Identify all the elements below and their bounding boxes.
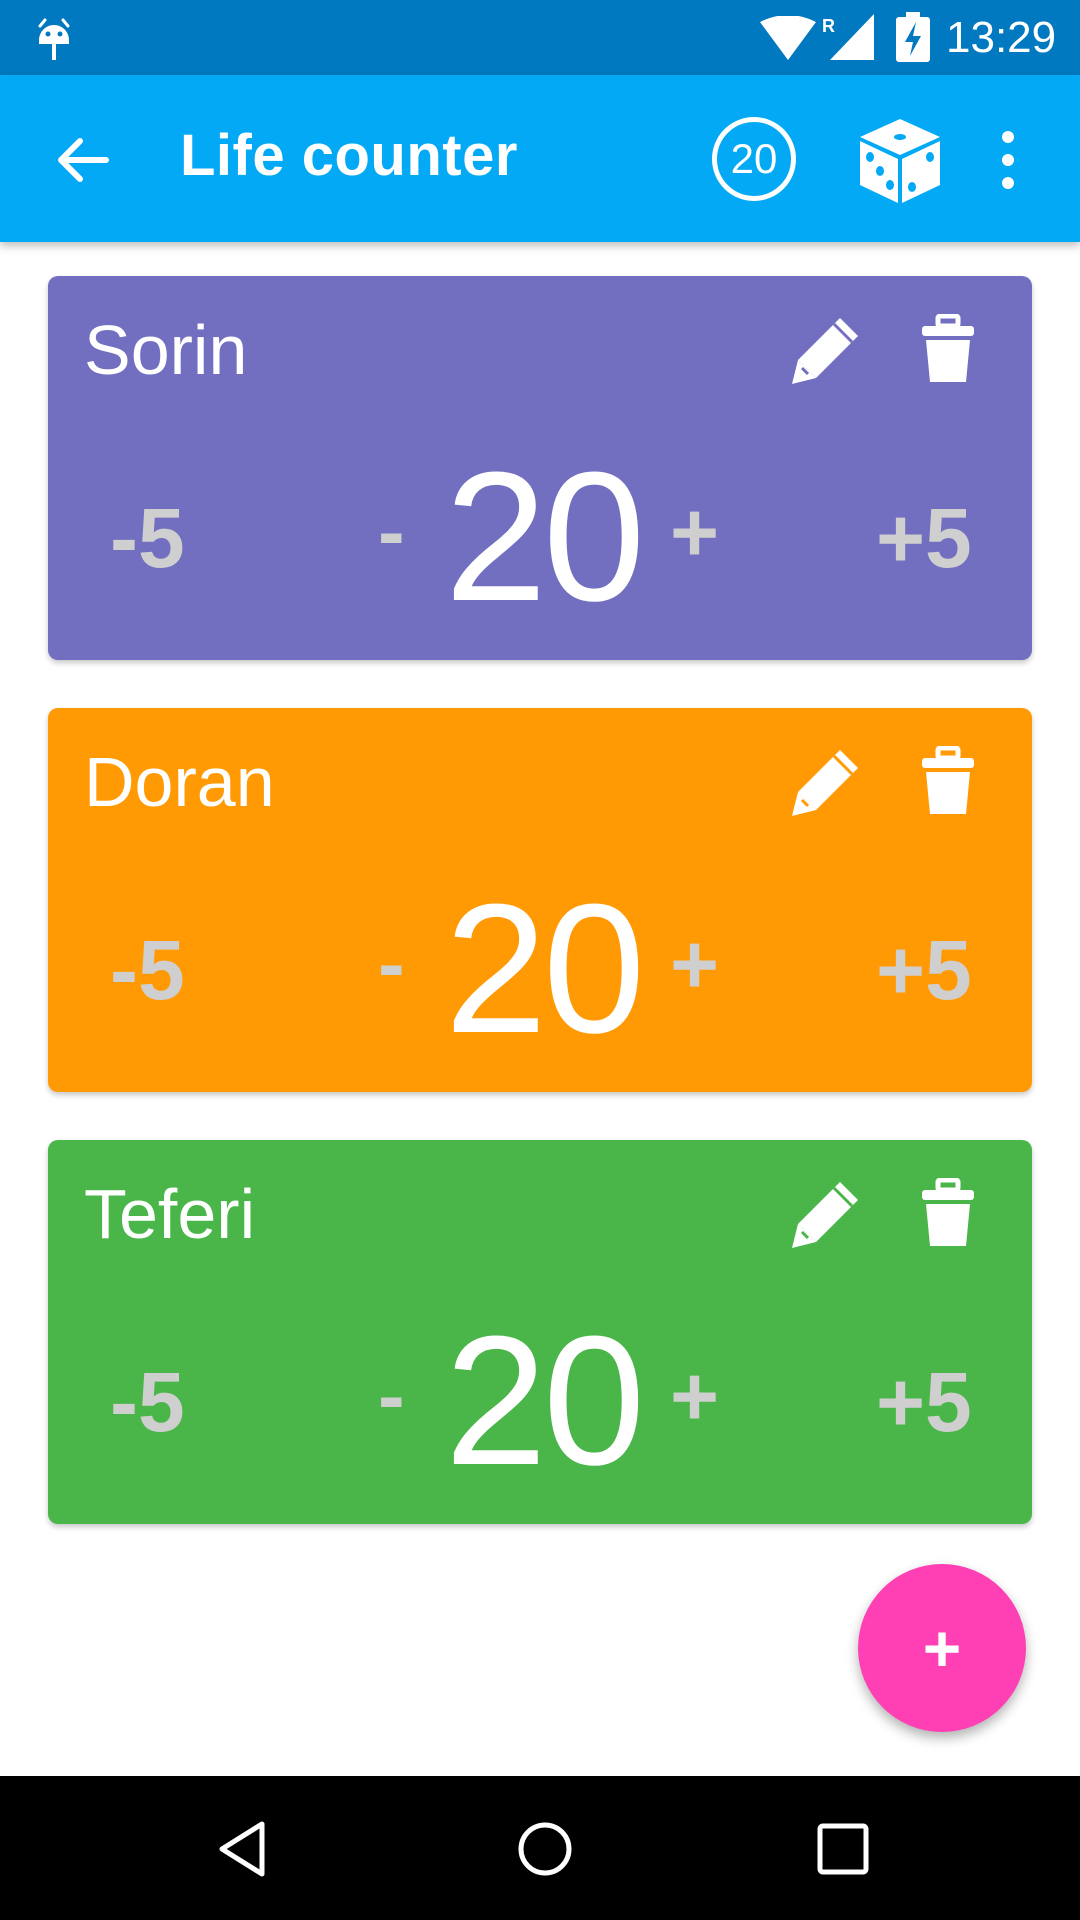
life-total: 20 [444, 865, 646, 1071]
plus-five-button[interactable]: +5 [876, 920, 972, 1020]
page-title: Life counter [180, 123, 518, 188]
d20-button[interactable]: 20 [712, 117, 798, 203]
minus-five-button[interactable]: -5 [110, 1352, 185, 1452]
player-name: Sorin [84, 311, 248, 389]
plus-five-button[interactable]: +5 [876, 1352, 972, 1452]
player-card: Teferi -5 - 20 + +5 [48, 1140, 1032, 1524]
life-total: 20 [444, 1297, 646, 1503]
nav-back-icon[interactable] [210, 1814, 280, 1884]
arrow-back-icon[interactable] [48, 125, 118, 195]
navigation-bar [0, 1776, 1080, 1920]
nav-recents-icon[interactable] [808, 1814, 878, 1884]
pencil-icon[interactable] [788, 744, 864, 820]
minus-five-button[interactable]: -5 [110, 488, 185, 588]
trash-icon[interactable] [920, 746, 976, 816]
player-card: Sorin -5 - 20 + +5 [48, 276, 1032, 660]
plus-icon: + [922, 1611, 962, 1685]
minus-one-button[interactable]: - [378, 914, 405, 1014]
minus-five-button[interactable]: -5 [110, 920, 185, 1020]
pencil-icon[interactable] [788, 312, 864, 388]
trash-icon[interactable] [920, 1178, 976, 1248]
pencil-icon[interactable] [788, 1176, 864, 1252]
roaming-label: R [822, 16, 835, 36]
wifi-icon [760, 16, 816, 60]
dice-icon[interactable] [856, 115, 944, 205]
app-bar: Life counter 20 [0, 75, 1080, 242]
add-player-button[interactable]: + [858, 1564, 1026, 1732]
android-debug-icon [38, 18, 70, 60]
nav-home-icon[interactable] [510, 1814, 580, 1884]
plus-five-button[interactable]: +5 [876, 488, 972, 588]
trash-icon[interactable] [920, 314, 976, 384]
battery-charging-icon [896, 12, 930, 62]
player-name: Teferi [84, 1175, 256, 1253]
signal-roaming-icon: R [822, 14, 874, 60]
life-total: 20 [444, 433, 646, 639]
d20-label: 20 [730, 135, 778, 182]
more-vert-icon[interactable] [990, 127, 1026, 193]
player-card: Doran -5 - 20 + +5 [48, 708, 1032, 1092]
plus-one-button[interactable]: + [670, 482, 719, 582]
minus-one-button[interactable]: - [378, 482, 405, 582]
plus-one-button[interactable]: + [670, 1346, 719, 1446]
minus-one-button[interactable]: - [378, 1346, 405, 1446]
status-time: 13:29 [946, 13, 1057, 62]
status-bar: R 13:29 [0, 0, 1080, 75]
plus-one-button[interactable]: + [670, 914, 719, 1014]
player-name: Doran [84, 743, 275, 821]
